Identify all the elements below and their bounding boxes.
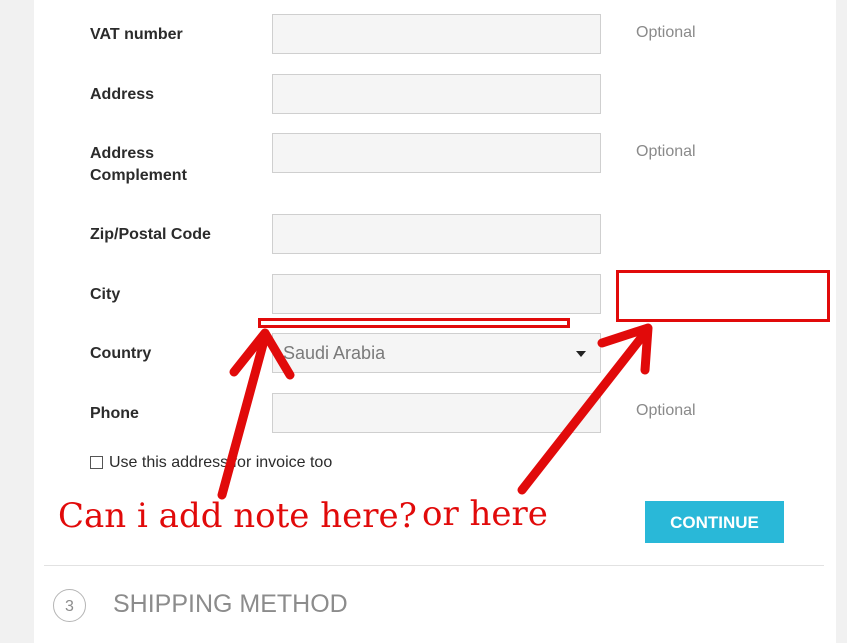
annotation-or-here: or here <box>422 494 548 534</box>
annotation-note-question: Can i add note here? <box>58 496 417 536</box>
annotation-arrows <box>217 323 653 500</box>
arrow-shaft-right <box>517 328 650 495</box>
